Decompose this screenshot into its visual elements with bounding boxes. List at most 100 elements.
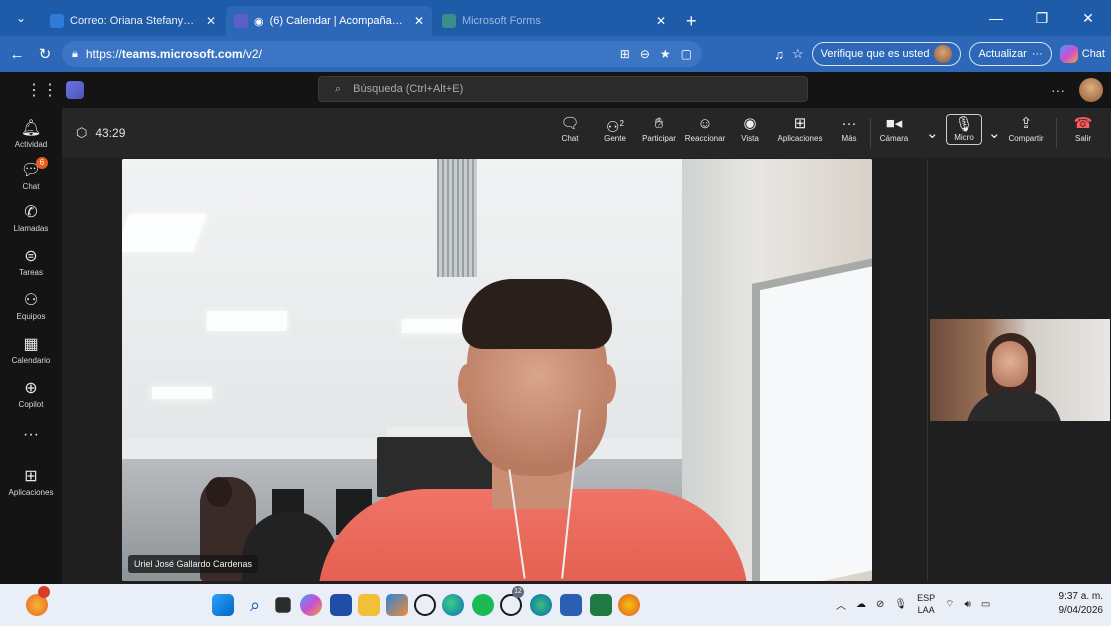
- favorites-icon[interactable]: ☆: [792, 46, 804, 62]
- participant-name-tag: Uriel José Gallardo Cardenas: [128, 555, 259, 573]
- chat-button[interactable]: 🗨︎ Chat: [556, 114, 584, 143]
- apps-button[interactable]: ⊞ Aplicaciones: [774, 114, 826, 143]
- chevron-down-icon: ⌄: [15, 11, 27, 25]
- file-explorer-icon[interactable]: [358, 594, 380, 616]
- self-video-tile[interactable]: [930, 319, 1110, 421]
- outlook-icon: [50, 14, 64, 28]
- share-button[interactable]: ⇪ Compartir: [1004, 114, 1048, 143]
- edge-icon[interactable]: [442, 594, 464, 616]
- timer-text: 43:29: [95, 126, 126, 140]
- leave-button[interactable]: ☎ Salir: [1068, 114, 1098, 143]
- tab-label: Correo: Oriana Stefany Areniz Are: [70, 15, 196, 27]
- language-indicator[interactable]: ESP LAA: [917, 592, 935, 616]
- copilot-icon[interactable]: [300, 594, 322, 616]
- rail-item-more[interactable]: ···: [0, 426, 62, 446]
- rail-label: Copilot: [18, 400, 44, 409]
- word-icon[interactable]: [560, 594, 582, 616]
- close-tab-icon[interactable]: ✕: [414, 14, 424, 28]
- wifi-icon[interactable]: ⌔: [945, 598, 954, 611]
- more-button[interactable]: ··· Más: [836, 114, 862, 143]
- participant-face: [992, 341, 1028, 387]
- onedrive-icon[interactable]: ☁: [856, 599, 866, 610]
- mic-options-chevron[interactable]: ⌄: [988, 124, 1001, 144]
- camera-options-chevron[interactable]: ⌄: [926, 124, 939, 144]
- restore-icon[interactable]: ❐: [1019, 10, 1065, 27]
- participant-gallery: [927, 159, 1111, 581]
- rail-item-actividad[interactable]: 🔔︎ Actividad: [0, 118, 62, 149]
- app-available-icon[interactable]: ⊞: [620, 47, 630, 61]
- settings-more-button[interactable]: ···: [1051, 82, 1065, 98]
- tab-actions-menu[interactable]: ⌄: [4, 3, 38, 33]
- rail-item-llamadas[interactable]: ✆ Llamadas: [0, 202, 62, 233]
- rail-item-aplicaciones[interactable]: ⊞ Aplicaciones: [0, 466, 62, 497]
- spotify-icon[interactable]: [472, 594, 494, 616]
- view-button[interactable]: ◉ Vista: [736, 114, 764, 143]
- rail-label: Tareas: [18, 268, 43, 277]
- excel-icon[interactable]: [590, 594, 612, 616]
- tab-outlook[interactable]: Correo: Oriana Stefany Areniz Are ✕: [42, 6, 224, 36]
- header-right: ···: [1051, 78, 1103, 102]
- react-button[interactable]: ☺ Reaccionar: [682, 114, 728, 143]
- camera-button[interactable]: ■◂ Cámara: [876, 114, 912, 143]
- chevron-up-icon[interactable]: ︿: [836, 597, 846, 612]
- chat-icon: 🗨︎: [560, 115, 580, 132]
- immersive-reader-icon[interactable]: ▢: [681, 47, 692, 61]
- update-button[interactable]: Actualizar ···: [969, 42, 1052, 66]
- video-background: [206, 477, 232, 507]
- refresh-icon[interactable]: ↻: [34, 45, 56, 63]
- rail-label: Equipos: [16, 312, 46, 321]
- main-video-tile[interactable]: Uriel José Gallardo Cardenas: [122, 159, 872, 581]
- microphone-icon[interactable]: 🎙︎: [894, 599, 907, 610]
- close-tab-icon[interactable]: ✕: [206, 14, 216, 28]
- task-view-icon[interactable]: [275, 597, 291, 613]
- edge-profile-icon[interactable]: [530, 594, 552, 616]
- add-apps-icon: ⊞: [24, 468, 38, 485]
- people-count: 2: [619, 119, 624, 128]
- url-field[interactable]: 🔒︎ https://teams.microsoft.com/v2/ ⊞ ⊖ ★…: [62, 41, 702, 67]
- windows-start-icon[interactable]: [212, 594, 234, 616]
- rail-item-copilot[interactable]: ⊕ Copilot: [0, 378, 62, 409]
- whatsapp-badge: 12: [512, 586, 524, 598]
- copilot-chat-button[interactable]: Chat: [1059, 45, 1105, 63]
- rail-item-chat[interactable]: 💬︎ 6 Chat: [0, 157, 62, 191]
- location-off-icon[interactable]: ⊘: [876, 599, 884, 610]
- volume-icon[interactable]: 🔊︎: [965, 599, 971, 610]
- forms-icon: [442, 14, 456, 28]
- ceiling-light: [207, 311, 287, 331]
- more-icon: ···: [1031, 48, 1043, 60]
- back-icon[interactable]: ←: [6, 46, 28, 63]
- verify-identity-button[interactable]: Verifique que es usted: [811, 42, 962, 66]
- search-input[interactable]: ⌕ Búsqueda (Ctrl+Alt+E): [318, 76, 808, 102]
- chrome-canary-icon[interactable]: [618, 594, 640, 616]
- tab-forms[interactable]: Microsoft Forms ✕: [434, 6, 674, 36]
- favorite-star-icon[interactable]: ★: [660, 47, 671, 61]
- windows-taskbar: ⌕ 12 ︿ ☁ ⊘ 🎙︎ ESP LAA ⌔ 🔊︎ ▭ 9:37 a. m. …: [0, 584, 1111, 626]
- close-tab-icon[interactable]: ✕: [656, 14, 666, 28]
- phone-icon: ✆: [24, 204, 38, 221]
- battery-icon[interactable]: ▭: [981, 599, 990, 610]
- mic-button[interactable]: 🎙︎ Micro: [946, 114, 982, 145]
- close-window-icon[interactable]: ✕: [1065, 10, 1111, 27]
- user-avatar[interactable]: [1079, 78, 1103, 102]
- recording-icon: ◉: [254, 15, 264, 28]
- raise-hand-button[interactable]: ✋︎ Participar: [638, 114, 680, 143]
- system-clock[interactable]: 9:37 a. m. 9/04/2026: [1059, 590, 1104, 618]
- tab-teams-calendar[interactable]: ◉ (6) Calendar | Acompañamien ✕: [226, 6, 432, 36]
- raise-label: Participar: [642, 134, 676, 143]
- teams-icon: ⚇: [23, 292, 39, 309]
- store-icon[interactable]: [330, 594, 352, 616]
- extension-icon[interactable]: ♫: [774, 47, 784, 62]
- rail-item-tareas[interactable]: ⊜ Tareas: [0, 246, 62, 277]
- rail-item-calendario[interactable]: ▦ Calendario: [0, 334, 62, 365]
- new-tab-button[interactable]: +: [676, 6, 707, 36]
- url-text: https://teams.microsoft.com/v2/: [85, 47, 262, 61]
- rail-item-equipos[interactable]: ⚇ Equipos: [0, 290, 62, 321]
- app-launcher-icon[interactable]: ⋮⋮: [26, 80, 58, 100]
- photos-icon[interactable]: [386, 594, 408, 616]
- people-button[interactable]: ⚇2 Gente: [598, 114, 632, 143]
- zoom-icon[interactable]: ⊖: [640, 47, 650, 61]
- minimize-icon[interactable]: —: [973, 10, 1019, 26]
- whatsapp-icon[interactable]: [414, 594, 436, 616]
- bell-icon: 🔔︎: [20, 120, 42, 137]
- search-icon[interactable]: ⌕: [244, 594, 266, 616]
